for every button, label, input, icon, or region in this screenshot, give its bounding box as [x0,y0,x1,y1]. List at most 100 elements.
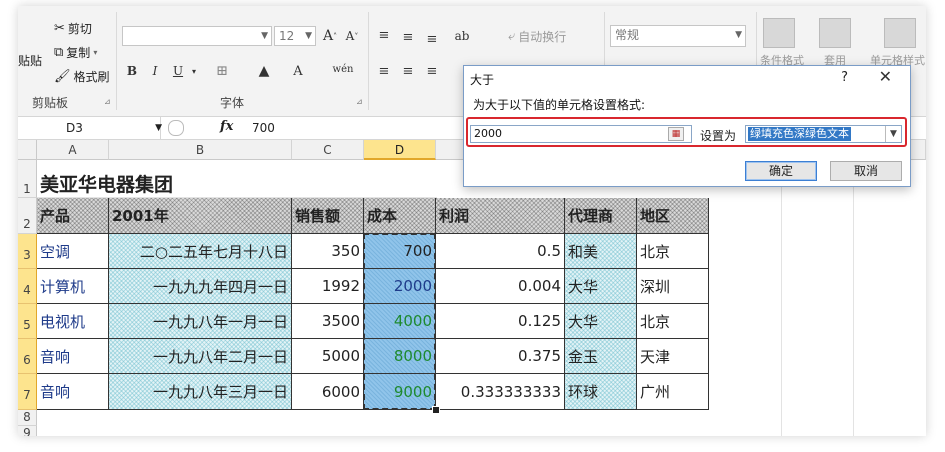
underline-button[interactable]: U [170,62,186,80]
number-format-combo[interactable]: 常规 ▼ [610,25,746,47]
cell-product[interactable]: 计算机 [37,269,109,304]
font-name-combo[interactable]: ▼ [122,26,272,46]
cell-profit[interactable]: 0.5 [436,234,565,269]
name-box[interactable]: D3 ▼ [18,117,162,139]
header-cell-2001[interactable]: 2001年 [109,198,292,234]
bold-button[interactable]: B [124,62,140,80]
row-header-6[interactable]: 6 [18,339,37,374]
column-header-b[interactable]: B [109,140,292,160]
cell-date[interactable]: 一九九八年三月一日 [109,374,292,410]
cell-agent[interactable]: 金玉 [565,339,637,374]
header-cell-region[interactable]: 地区 [637,198,709,234]
cell-sales[interactable]: 6000 [292,374,364,410]
cell-profit[interactable]: 0.375 [436,339,565,374]
format-select[interactable]: 绿填充色深绿色文本 ▼ [745,125,902,143]
cell-region[interactable]: 北京 [637,234,709,269]
cell-region[interactable]: 深圳 [637,269,709,304]
cell-cost[interactable]: 4000 [364,304,436,339]
row-header-9[interactable]: 9 [18,426,37,436]
cell-cost[interactable]: 9000 [364,374,436,410]
fill-handle[interactable] [432,406,440,414]
cell-product[interactable]: 空调 [37,234,109,269]
cell-profit[interactable]: 0.125 [436,304,565,339]
range-picker-icon[interactable]: ▦ [668,127,684,141]
cell-sales[interactable]: 350 [292,234,364,269]
align-center-icon[interactable]: ≡ [400,62,416,80]
cell-product[interactable]: 音响 [37,339,109,374]
border-icon[interactable]: ⊞ [214,62,230,80]
align-top-icon[interactable]: ≡ [376,26,392,44]
formula-cancel-icon[interactable] [168,120,184,136]
grow-font-icon[interactable]: A ˄ [322,27,338,45]
fx-icon[interactable]: fx [220,119,233,134]
header-cell-product[interactable]: 产品 [37,198,109,234]
cell-date[interactable]: 一九九九年四月一日 [109,269,292,304]
align-bottom-icon[interactable]: ≡ [424,30,440,48]
cancel-button[interactable]: 取消 [830,161,902,181]
align-left-icon[interactable]: ≡ [376,62,392,80]
chevron-down-icon[interactable]: ▾ [186,62,202,80]
header-cell-sales[interactable]: 销售额 [292,198,364,234]
header-cell-agent[interactable]: 代理商 [565,198,637,234]
align-middle-icon[interactable]: ≡ [400,28,416,46]
select-all-corner[interactable] [18,140,37,160]
fill-color-icon[interactable]: ▲ [256,62,272,80]
font-size-combo[interactable]: 12 ▼ [274,26,316,46]
cell-cost[interactable]: 700 [364,234,436,269]
shrink-font-icon[interactable]: A ˅ [344,27,360,45]
cell-cost[interactable]: 2000 [364,269,436,304]
cell-sales[interactable]: 3500 [292,304,364,339]
help-icon[interactable]: ? [841,70,848,85]
cell-agent[interactable]: 大华 [565,269,637,304]
header-cell-cost[interactable]: 成本 [364,198,436,234]
cell-region[interactable]: 天津 [637,339,709,374]
paste-button[interactable]: 贴贴 [18,52,42,69]
cell-sales[interactable]: 5000 [292,339,364,374]
table-format-icon[interactable] [819,18,851,48]
cell-sales[interactable]: 1992 [292,269,364,304]
cell-agent[interactable]: 大华 [565,304,637,339]
conditional-format-icon[interactable] [763,18,795,48]
clipboard-launcher-icon[interactable]: ⊿ [104,97,111,106]
row-header-3[interactable]: 3 [18,234,37,269]
row-header-5[interactable]: 5 [18,304,37,339]
row-header-7[interactable]: 7 [18,374,37,410]
cell-profit[interactable]: 0.004 [436,269,565,304]
row-header-4[interactable]: 4 [18,269,37,304]
header-cell-profit[interactable]: 利润 [436,198,565,234]
cell-cost[interactable]: 8000 [364,339,436,374]
cut-button[interactable]: ✂ 剪切 [54,20,92,37]
row-header-8[interactable]: 8 [18,410,37,426]
format-painter-button[interactable]: 🖌 格式刷 [54,68,110,85]
cell-profit[interactable]: 0.333333333 [436,374,565,410]
cell-date[interactable]: 一九九八年一月一日 [109,304,292,339]
italic-button[interactable]: I [147,62,163,80]
align-right-icon[interactable]: ≡ [424,62,440,80]
row-header-2[interactable]: 2 [18,198,37,234]
cell-agent[interactable]: 和美 [565,234,637,269]
wrap-text-button[interactable]: ⤶ 自动换行 [508,28,566,45]
phonetic-icon[interactable]: wén [330,60,356,78]
font-launcher-icon[interactable]: ⊿ [356,97,363,106]
font-color-icon[interactable]: A [290,62,306,80]
sheet-title-cell[interactable]: 美亚华电器集团 [37,160,437,198]
threshold-input[interactable]: 2000 [470,125,692,143]
format-painter-label: 格式刷 [73,70,110,84]
column-header-d[interactable]: D [364,140,436,160]
cell-region[interactable]: 北京 [637,304,709,339]
column-header-a[interactable]: A [37,140,109,160]
cell-date[interactable]: 二○二五年七月十八日 [109,234,292,269]
formula-input[interactable]: 700 [252,121,275,135]
cell-agent[interactable]: 环球 [565,374,637,410]
cell-region[interactable]: 广州 [637,374,709,410]
ok-button[interactable]: 确定 [745,161,817,181]
cell-date[interactable]: 一九九八年二月一日 [109,339,292,374]
cell-style-icon[interactable] [884,18,916,48]
cell-product[interactable]: 音响 [37,374,109,410]
copy-button[interactable]: ⧉ 复制 ▾ [54,44,97,61]
close-icon[interactable]: ✕ [879,67,892,86]
row-header-1[interactable]: 1 [18,160,37,198]
cell-product[interactable]: 电视机 [37,304,109,339]
orientation-icon[interactable]: ab [454,27,470,45]
column-header-c[interactable]: C [292,140,364,160]
